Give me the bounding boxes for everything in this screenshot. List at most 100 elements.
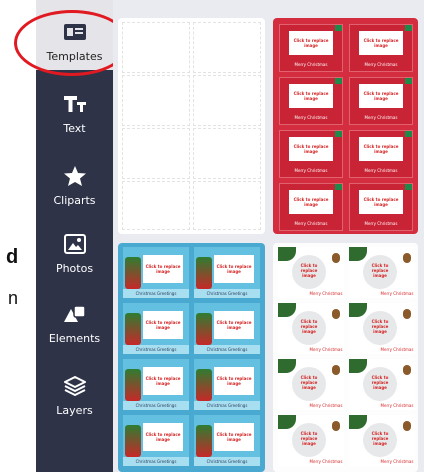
background-text-fragment: d: [6, 246, 19, 268]
nav-cliparts[interactable]: Cliparts: [36, 164, 113, 228]
templates-panel: Click to replace image Merry Christmas Cli…: [113, 0, 424, 472]
image-placeholder: Click to replace image: [359, 84, 403, 108]
image-placeholder: Click to replace image: [214, 311, 254, 339]
holly-icon: [335, 131, 342, 137]
nav-label: Photos: [55, 262, 94, 275]
card-footer-text: Merry Christmas: [380, 347, 414, 352]
card-footer-text: Merry Christmas: [364, 221, 398, 226]
holly-icon: [405, 184, 412, 190]
image-placeholder: Click to replace image: [289, 190, 333, 214]
template-card-red-christmas[interactable]: Click to replace image Merry Christmas Cli…: [273, 18, 418, 234]
image-placeholder: Click to replace image: [300, 318, 318, 334]
blank-label-slot: [193, 75, 261, 126]
nav-elements[interactable]: Elements: [36, 302, 113, 366]
holly-icon: [335, 25, 342, 31]
image-placeholder: Click to replace image: [371, 318, 389, 334]
card-footer-text: Merry Christmas: [294, 115, 328, 120]
santa-illustration: [196, 257, 212, 289]
card-footer-text: Christmas Greetings: [206, 459, 248, 464]
elements-icon: [62, 302, 88, 326]
image-placeholder: Click to replace image: [289, 31, 333, 55]
santa-illustration: [125, 257, 141, 289]
holly-icon: [405, 78, 412, 84]
nav-label: Cliparts: [53, 194, 96, 207]
nav-templates[interactable]: Templates: [36, 0, 113, 70]
left-sidebar: Templates Text Cliparts Photos Elements: [36, 0, 113, 472]
blank-label-slot: [122, 181, 190, 230]
card-footer-text: Merry Christmas: [380, 291, 414, 296]
template-card-ornaments[interactable]: Click to replace image Merry Christmas Cli…: [273, 243, 418, 472]
card-footer-text: Merry Christmas: [309, 403, 343, 408]
photos-icon: [62, 232, 88, 256]
image-placeholder: Click to replace image: [300, 374, 318, 390]
blank-label-slot: [193, 22, 261, 73]
card-footer-text: Christmas Greetings: [135, 403, 177, 408]
card-footer-text: Merry Christmas: [309, 459, 343, 464]
pinecone-illustration: [332, 253, 340, 263]
nav-photos[interactable]: Photos: [36, 232, 113, 296]
card-footer-text: Merry Christmas: [364, 168, 398, 173]
pinecone-illustration: [332, 309, 340, 319]
pinecone-illustration: [403, 421, 411, 431]
blank-label-slot: [193, 181, 261, 230]
image-placeholder: Click to replace image: [300, 262, 318, 278]
pinecone-illustration: [332, 365, 340, 375]
card-footer-text: Merry Christmas: [309, 291, 343, 296]
santa-illustration: [125, 425, 141, 457]
background-page-strip: d n: [0, 0, 36, 472]
nav-label: Layers: [56, 404, 93, 417]
image-placeholder: Click to replace image: [143, 423, 183, 451]
card-footer-text: Merry Christmas: [380, 403, 414, 408]
card-footer-text: Merry Christmas: [294, 62, 328, 67]
card-footer-text: Merry Christmas: [364, 62, 398, 67]
template-card-blank[interactable]: [118, 18, 265, 234]
card-footer-text: Christmas Greetings: [206, 291, 248, 296]
background-text-fragment: n: [8, 288, 19, 308]
template-card-blue-christmas[interactable]: Click to replace image Christmas Greeting…: [118, 243, 265, 472]
image-placeholder: Click to replace image: [359, 137, 403, 161]
card-footer-text: Merry Christmas: [309, 347, 343, 352]
pinecone-illustration: [403, 309, 411, 319]
blank-label-slot: [193, 128, 261, 179]
image-placeholder: Click to replace image: [289, 137, 333, 161]
image-placeholder: Click to replace image: [214, 367, 254, 395]
text-icon: [62, 92, 88, 116]
holly-icon: [335, 184, 342, 190]
holly-icon: [405, 25, 412, 31]
star-icon: [62, 164, 88, 188]
card-footer-text: Christmas Greetings: [206, 403, 248, 408]
image-placeholder: Click to replace image: [371, 374, 389, 390]
card-footer-text: Merry Christmas: [364, 115, 398, 120]
blank-label-slot: [122, 75, 190, 126]
layers-icon: [62, 374, 88, 398]
holly-icon: [335, 78, 342, 84]
santa-illustration: [196, 313, 212, 345]
pinecone-illustration: [332, 421, 340, 431]
image-placeholder: Click to replace image: [289, 84, 333, 108]
image-placeholder: Click to replace image: [300, 430, 318, 446]
nav-label: Text: [63, 122, 86, 135]
nav-layers[interactable]: Layers: [36, 374, 113, 438]
blank-label-slot: [122, 22, 190, 73]
nav-label: Elements: [48, 332, 101, 345]
image-placeholder: Click to replace image: [371, 262, 389, 278]
pinecone-illustration: [403, 365, 411, 375]
card-footer-text: Christmas Greetings: [135, 291, 177, 296]
image-placeholder: Click to replace image: [214, 255, 254, 283]
santa-illustration: [125, 313, 141, 345]
image-placeholder: Click to replace image: [143, 255, 183, 283]
pinecone-illustration: [403, 253, 411, 263]
nav-text[interactable]: Text: [36, 92, 113, 156]
card-footer-text: Christmas Greetings: [206, 347, 248, 352]
image-placeholder: Click to replace image: [371, 430, 389, 446]
image-placeholder: Click to replace image: [143, 367, 183, 395]
card-footer-text: Merry Christmas: [380, 459, 414, 464]
santa-illustration: [196, 425, 212, 457]
templates-icon: [62, 20, 88, 44]
image-placeholder: Click to replace image: [143, 311, 183, 339]
image-placeholder: Click to replace image: [359, 31, 403, 55]
card-footer-text: Merry Christmas: [294, 221, 328, 226]
santa-illustration: [125, 369, 141, 401]
image-placeholder: Click to replace image: [214, 423, 254, 451]
blank-label-slot: [122, 128, 190, 179]
